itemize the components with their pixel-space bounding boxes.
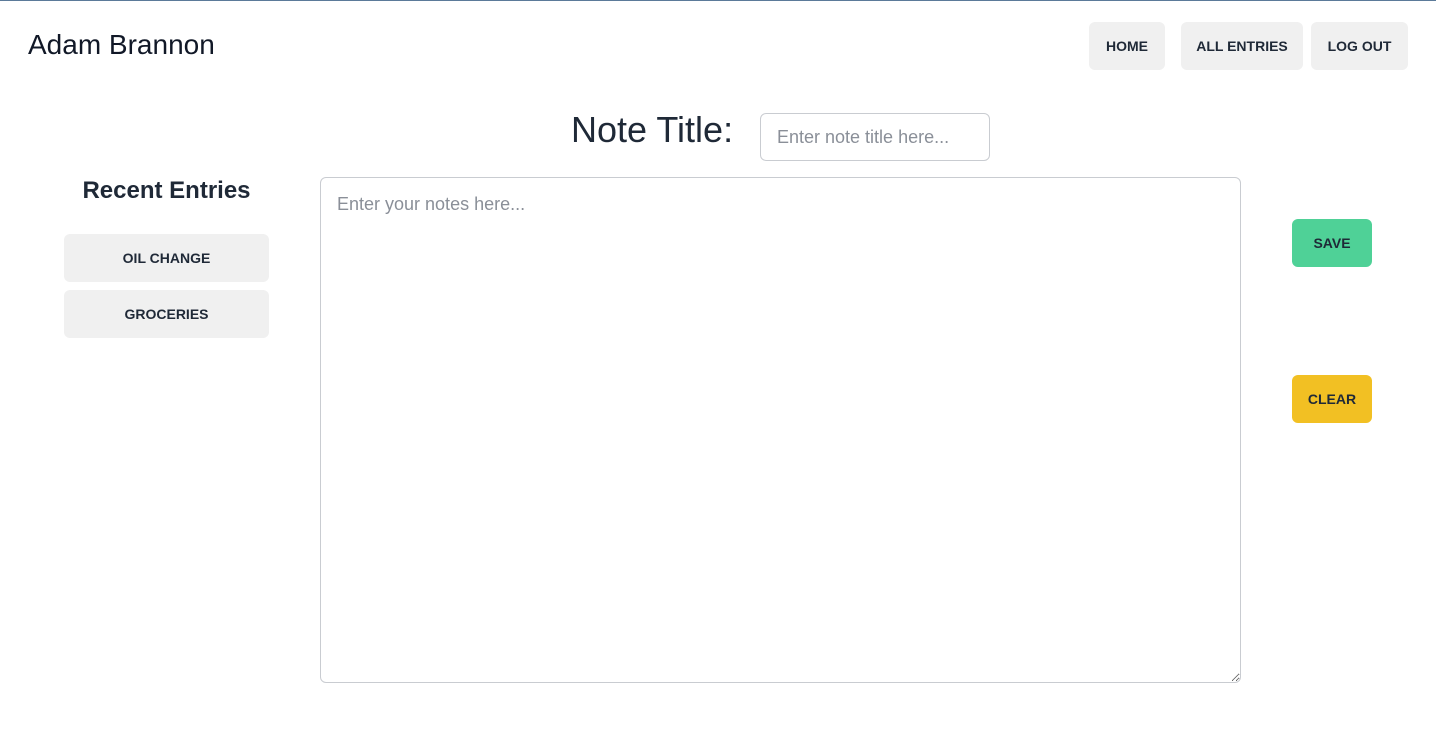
note-title-label: Note Title: (571, 109, 734, 150)
all-entries-button[interactable]: ALL ENTRIES (1181, 22, 1303, 70)
recent-entry-oil-change[interactable]: OIL CHANGE (64, 234, 269, 282)
home-button[interactable]: HOME (1089, 22, 1165, 70)
log-out-button[interactable]: LOG OUT (1311, 22, 1408, 70)
clear-button[interactable]: CLEAR (1292, 375, 1372, 423)
user-name-heading: Adam Brannon (28, 29, 215, 60)
recent-entry-groceries[interactable]: GROCERIES (64, 290, 269, 338)
note-title-input[interactable] (760, 113, 990, 161)
save-button[interactable]: SAVE (1292, 219, 1372, 267)
notes-textarea[interactable] (320, 177, 1241, 683)
recent-entries-heading: Recent Entries (82, 177, 251, 204)
app-page: Adam Brannon HOME ALL ENTRIES LOG OUT No… (0, 0, 1436, 755)
